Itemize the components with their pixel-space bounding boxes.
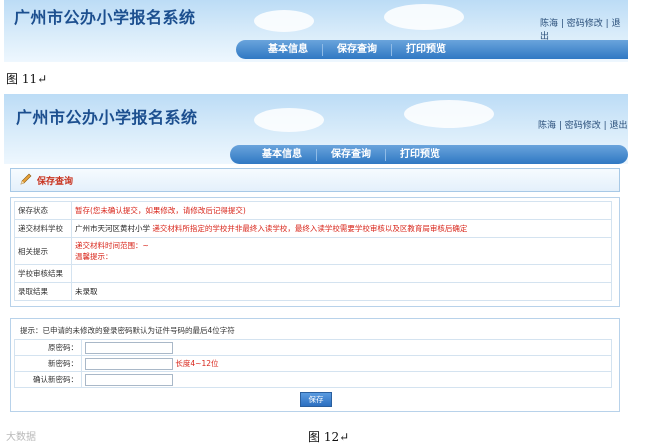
table-row: 保存状态 暂存(您未确认提交，如果修改，请修改后记得提交) [14, 201, 612, 220]
warm-tip-text: 温馨提示： [75, 252, 113, 261]
save-status-value: 暂存(您未确认提交，如果修改，请修改后记得提交) [71, 201, 612, 220]
site-title: 广州市公办小学报名系统 [14, 8, 196, 27]
password-hint: 提示：已申请的未修改的登录密码默认为证件号码的最后4位字符 [20, 326, 235, 335]
nav-save-query[interactable]: 保存查询 [323, 43, 392, 56]
figure-caption-11: 图 11↵ [6, 72, 48, 86]
school-value: 广州市天河区黄村小学 递交材料所指定的学校并非最终入读学校，最终入读学校需要学校… [71, 219, 612, 238]
nav-print-preview[interactable]: 打印预览 [386, 149, 454, 161]
length-note: 长度4~12位 [175, 358, 219, 368]
table-row: 录取结果 未录取 [14, 282, 612, 301]
cloud-decoration [384, 4, 464, 30]
nav-print-preview[interactable]: 打印预览 [392, 44, 460, 56]
main-nav: 基本信息 保存查询 打印预览 [236, 40, 628, 59]
figure-caption-12: 图 12↵ [308, 430, 350, 444]
table-row: 确认新密码： [14, 371, 612, 388]
tips-value: 递交材料时间范围：~ 温馨提示： [71, 237, 612, 265]
cloud-decoration [254, 108, 324, 132]
review-result-value [71, 264, 612, 283]
table-row: 相关提示 递交材料时间范围：~ 温馨提示： [14, 237, 612, 265]
row-label: 保存状态 [14, 201, 72, 220]
site-title: 广州市公办小学报名系统 [16, 108, 198, 127]
confirm-password-label: 确认新密码： [14, 371, 82, 388]
panel-header: 保存查询 [10, 168, 620, 192]
row-label: 录取结果 [14, 282, 72, 301]
row-label: 相关提示 [14, 237, 72, 265]
nav-save-query[interactable]: 保存查询 [317, 148, 386, 161]
admission-result-value: 未录取 [71, 282, 612, 301]
school-note: 递交材料所指定的学校并非最终入读学校，最终入读学校需要学校审核以及区教育局审核后… [152, 224, 468, 233]
table-row: 递交材料学校 广州市天河区黄村小学 递交材料所指定的学校并非最终入读学校，最终入… [14, 219, 612, 238]
header-banner-top: 广州市公办小学报名系统 陈海 | 密码修改 | 退出 基本信息 保存查询 打印预… [4, 0, 628, 62]
confirm-password-input[interactable] [85, 373, 173, 386]
user-links[interactable]: 陈海 | 密码修改 | 退出 [538, 118, 628, 131]
old-password-input[interactable] [85, 341, 173, 354]
time-range-text: 递交材料时间范围：~ [75, 241, 149, 250]
new-password-label: 新密码： [14, 355, 82, 372]
nav-basic-info[interactable]: 基本信息 [254, 43, 323, 56]
main-nav: 基本信息 保存查询 打印预览 [230, 145, 628, 164]
new-password-input[interactable] [85, 357, 173, 370]
new-password-cell: 长度4~12位 [81, 355, 612, 372]
old-password-label: 原密码： [14, 339, 82, 356]
save-button[interactable]: 保存 [300, 392, 332, 407]
table-row: 新密码： 长度4~12位 [14, 355, 612, 372]
nav-basic-info[interactable]: 基本信息 [248, 148, 317, 161]
user-links[interactable]: 陈海 | 密码修改 | 退出 [540, 16, 628, 42]
old-password-cell [81, 339, 612, 356]
cloud-decoration [254, 10, 314, 32]
header-banner-main: 广州市公办小学报名系统 陈海 | 密码修改 | 退出 基本信息 保存查询 打印预… [4, 94, 628, 164]
pencil-icon [20, 173, 32, 185]
watermark: 大数据 [6, 432, 36, 443]
row-label: 递交材料学校 [14, 219, 72, 238]
table-row: 原密码： [14, 339, 612, 356]
school-name: 广州市天河区黄村小学 [75, 224, 150, 233]
info-table: 保存状态 暂存(您未确认提交，如果修改，请修改后记得提交) 递交材料学校 广州市… [14, 201, 612, 301]
panel-title: 保存查询 [37, 177, 74, 187]
password-table: 原密码： 新密码： 长度4~12位 确认新密码： [14, 339, 612, 388]
confirm-password-cell [81, 371, 612, 388]
row-label: 学校审核结果 [14, 264, 72, 283]
cloud-decoration [404, 100, 494, 128]
table-row: 学校审核结果 [14, 264, 612, 283]
